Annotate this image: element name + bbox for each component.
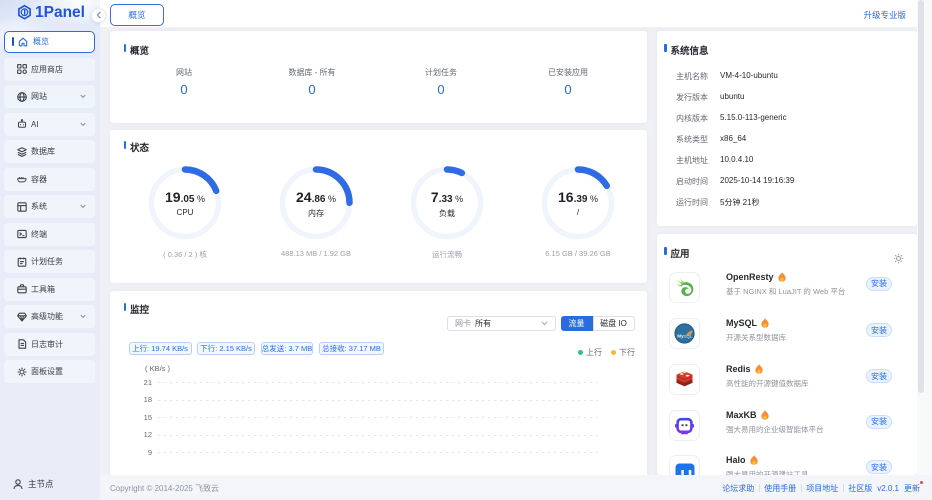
svg-text:SQL: SQL [683, 334, 693, 339]
svg-text:1Panel: 1Panel [35, 4, 85, 21]
